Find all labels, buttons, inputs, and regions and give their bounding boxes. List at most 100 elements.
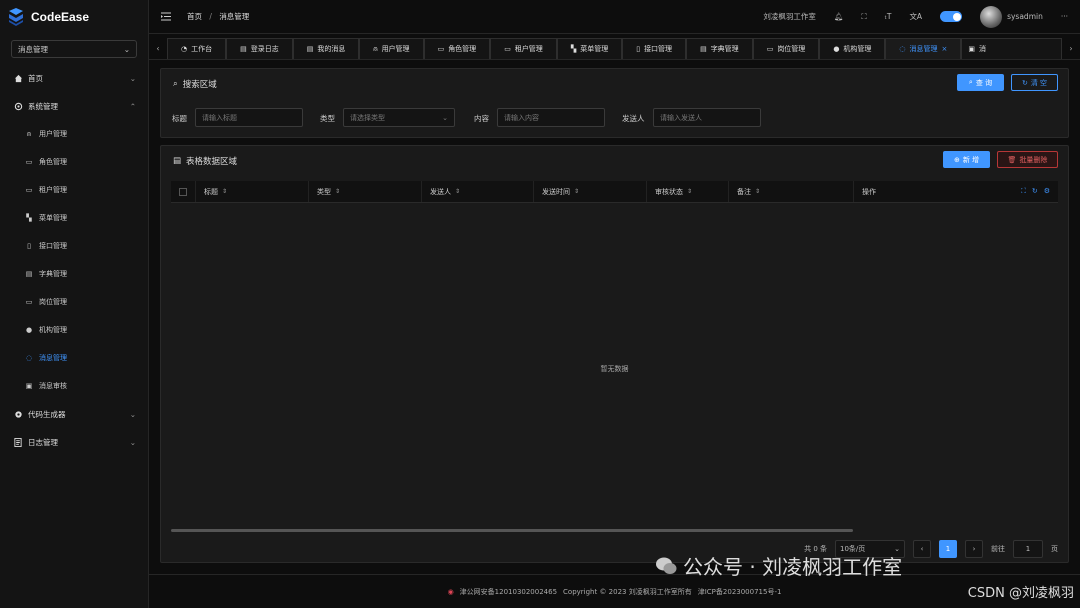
sidebar: CodeEase 消息管理 ⌄ 首页 ⌄ 系统管理 ⌃ ⍝ 用户管理 ▭ 角色管理 … <box>0 0 149 608</box>
prev-page-button[interactable]: ‹ <box>913 540 931 558</box>
goto-page-input[interactable]: 1 <box>1013 540 1043 558</box>
query-label: 查 询 <box>975 78 993 87</box>
table-title-text: 表格数据区域 <box>186 157 238 167</box>
fullscreen-icon[interactable]: ⛶ <box>861 12 866 22</box>
batch-delete-button[interactable]: 🗑︎ 批量删除 <box>997 151 1058 168</box>
tab-message[interactable]: ◌ 消息管理 × <box>885 38 962 59</box>
org-icon: ● <box>25 326 33 334</box>
table-tools: ⛶ ↻ ⚙ <box>1021 187 1050 196</box>
refresh-icon[interactable]: ↻ <box>1032 187 1038 196</box>
user-profile[interactable]: sysadmin <box>980 5 1043 28</box>
api-icon: ▯ <box>636 45 641 53</box>
grid-icon: ▚ <box>26 214 32 222</box>
bell-icon[interactable]: 🔔︎ <box>834 12 844 21</box>
sidebar-item-dict[interactable]: ▤ 字典管理 <box>0 260 148 288</box>
sidebar-item-codegen[interactable]: 代码生成器 ⌄ <box>0 400 148 428</box>
page-number-current[interactable]: 1 <box>939 540 957 558</box>
add-button[interactable]: ⊕ 新 增 <box>943 151 990 168</box>
theme-toggle[interactable] <box>940 11 963 22</box>
sidebar-item-label: 租户管理 <box>39 186 67 194</box>
breadcrumb-home[interactable]: 首页 <box>187 12 202 21</box>
icp-link[interactable]: 津ICP备2023000715号-1 <box>698 587 782 597</box>
column-label: 标题 <box>204 187 218 196</box>
column-header-title[interactable]: 标题 ⇕ <box>196 181 309 202</box>
sidebar-item-post[interactable]: ▭ 岗位管理 <box>0 288 148 316</box>
type-select-placeholder: 请选择类型 <box>350 113 385 122</box>
tab-my-messages[interactable]: ▤ 我的消息 <box>292 38 360 59</box>
logo[interactable]: CodeEase <box>0 0 148 34</box>
sidebar-item-role[interactable]: ▭ 角色管理 <box>0 148 148 176</box>
column-header-remark[interactable]: 备注 ⇕ <box>729 181 854 202</box>
tab-tenant[interactable]: ▭ 租户管理 <box>490 38 557 59</box>
logo-icon <box>6 7 26 27</box>
sidebar-item-user[interactable]: ⍝ 用户管理 <box>0 120 148 148</box>
tab-scroll-right-icon[interactable]: › <box>1062 38 1080 59</box>
type-select[interactable]: 请选择类型 ⌄ <box>343 108 455 127</box>
tab-label: 角色管理 <box>448 45 477 53</box>
tab-login-log[interactable]: ▤ 登录日志 <box>226 38 293 59</box>
trash-icon: 🗑︎ <box>1007 155 1017 164</box>
breadcrumb: 首页 / 消息管理 <box>187 11 249 22</box>
sort-icon: ⇕ <box>755 188 761 195</box>
column-header-type[interactable]: 类型 ⇕ <box>309 181 422 202</box>
tab-org[interactable]: ● 机构管理 <box>819 38 886 59</box>
sidebar-item-log[interactable]: 日志管理 ⌄ <box>0 428 148 456</box>
table-panel: ▤ 表格数据区域 ⊕ 新 增 🗑︎ 批量删除 标题 ⇕ 类型 ⇕ 发送人 ⇕ 发送时间 ⇕ 审… <box>160 145 1069 563</box>
select-all-checkbox[interactable] <box>171 181 196 202</box>
tenant-icon: ▭ <box>504 45 511 53</box>
empty-state: 暂无数据 <box>600 365 629 373</box>
tab-label: 工作台 <box>191 45 213 53</box>
tab-role[interactable]: ▭ 角色管理 <box>423 38 491 59</box>
sidebar-item-org[interactable]: ● 机构管理 <box>0 316 148 344</box>
sidebar-item-message[interactable]: ◌ 消息管理 <box>0 344 148 372</box>
api-icon: ▯ <box>27 242 31 250</box>
close-icon[interactable]: × <box>942 45 948 53</box>
tab-user[interactable]: ⍝ 用户管理 <box>359 38 424 59</box>
tab-scroll-left-icon[interactable]: ‹ <box>149 38 167 59</box>
query-button[interactable]: ⌕ 查 询 <box>957 74 1004 91</box>
tab-post[interactable]: ▭ 岗位管理 <box>752 38 820 59</box>
police-record-link[interactable]: 津公网安备12010302002465 <box>460 587 557 597</box>
title-input[interactable]: 请输入标题 <box>195 108 303 127</box>
sidebar-item-api[interactable]: ▯ 接口管理 <box>0 232 148 260</box>
search-title-text: 搜索区域 <box>182 80 217 90</box>
sidebar-item-home[interactable]: 首页 ⌄ <box>0 64 148 92</box>
police-badge-icon: ◉ <box>447 587 454 596</box>
gear-icon <box>13 102 23 111</box>
tab-api[interactable]: ▯ 接口管理 <box>622 38 687 59</box>
tab-menu[interactable]: ▚ 菜单管理 <box>556 38 623 59</box>
column-header-audit-status[interactable]: 审核状态 ⇕ <box>647 181 729 202</box>
tab-dashboard[interactable]: ◔ 工作台 <box>167 38 227 59</box>
collapse-menu-icon[interactable] <box>161 12 171 21</box>
tab-dict[interactable]: ▤ 字典管理 <box>686 38 753 59</box>
sidebar-item-system[interactable]: 系统管理 ⌃ <box>0 92 148 120</box>
column-label: 发送人 <box>430 187 451 196</box>
sidebar-item-label: 消息管理 <box>39 354 67 362</box>
next-page-button[interactable]: › <box>965 540 983 558</box>
horizontal-scrollbar[interactable] <box>171 529 853 532</box>
translate-icon[interactable]: 文A <box>909 11 922 22</box>
column-header-sender[interactable]: 发送人 ⇕ <box>422 181 534 202</box>
fullscreen-icon[interactable]: ⛶ <box>1021 187 1026 196</box>
user-icon: ⍝ <box>373 44 378 53</box>
clear-button[interactable]: ↻ 清 空 <box>1011 74 1058 91</box>
sender-input[interactable]: 请输入发送人 <box>653 108 761 127</box>
sidebar-item-audit[interactable]: ▣ 消息审核 <box>0 372 148 400</box>
settings-icon[interactable]: ⚙ <box>1044 187 1050 196</box>
breadcrumb-separator: / <box>209 12 212 21</box>
sidebar-item-menu[interactable]: ▚ 菜单管理 <box>0 204 148 232</box>
content-input[interactable]: 请输入内容 <box>497 108 605 127</box>
batch-delete-label: 批量删除 <box>1019 155 1048 164</box>
column-header-send-time[interactable]: 发送时间 ⇕ <box>534 181 647 202</box>
post-icon: ▭ <box>25 298 33 306</box>
sidebar-item-label: 字典管理 <box>39 270 67 278</box>
tab-message-audit[interactable]: ▣ 消 <box>961 38 1062 59</box>
top-right-tools: 刘凌枫羽工作室 🔔︎ ⛶ ₜT 文A sysadmin ··· <box>763 5 1068 28</box>
more-icon[interactable]: ··· <box>1061 12 1068 21</box>
tab-label: 岗位管理 <box>777 45 806 53</box>
chevron-down-icon: ⌄ <box>129 437 136 447</box>
sidebar-item-tenant[interactable]: ▭ 租户管理 <box>0 176 148 204</box>
font-size-icon[interactable]: ₜT <box>885 12 892 21</box>
sender-label: 发送人 <box>622 114 645 123</box>
module-select[interactable]: 消息管理 ⌄ <box>11 40 137 58</box>
